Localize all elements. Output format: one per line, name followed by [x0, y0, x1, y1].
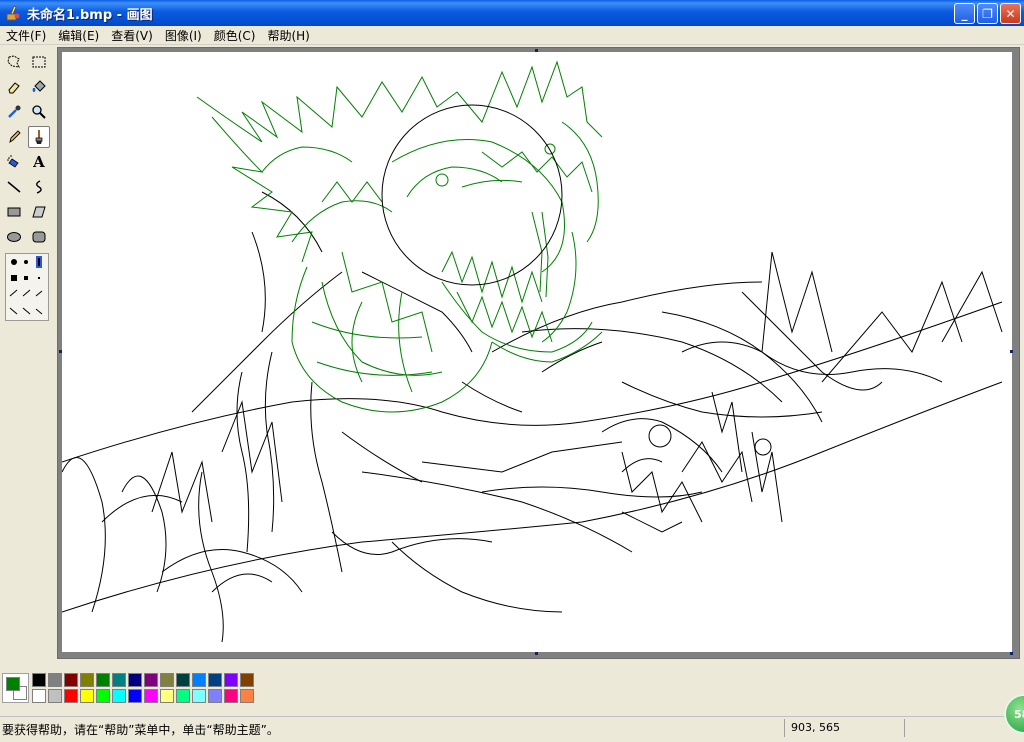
palette-swatch[interactable]: [224, 689, 238, 703]
maximize-button[interactable]: ❐: [977, 3, 998, 24]
airbrush-icon: [7, 155, 19, 168]
palette-swatch[interactable]: [80, 673, 94, 687]
palette-swatch[interactable]: [160, 673, 174, 687]
palette-swatch[interactable]: [80, 689, 94, 703]
resize-handle-right[interactable]: [1010, 350, 1013, 353]
palette-swatch[interactable]: [208, 689, 222, 703]
rectangle-icon: [7, 207, 21, 217]
restore-icon: ❐: [982, 6, 993, 21]
status-coords-cell: 903, 565: [784, 719, 904, 737]
close-button[interactable]: ✕: [1000, 3, 1021, 24]
tray-badge-label: 58: [1014, 707, 1024, 721]
curve-tool[interactable]: [28, 176, 50, 198]
brush-shape-options[interactable]: [5, 253, 49, 321]
menu-view[interactable]: 查看(V): [105, 27, 159, 44]
close-icon: ✕: [1005, 6, 1016, 21]
palette-swatch[interactable]: [64, 689, 78, 703]
fill-tool[interactable]: [28, 76, 50, 98]
foreground-color-swatch: [6, 677, 20, 691]
status-help-text: 要获得帮助，请在“帮助”菜单中，单击“帮助主题”。: [2, 723, 279, 737]
rect-select-tool[interactable]: [28, 51, 50, 73]
eraser-icon: [8, 82, 20, 94]
status-size-cell: [904, 719, 1000, 737]
menu-file[interactable]: 文件(F): [0, 27, 52, 44]
palette-swatch[interactable]: [176, 689, 190, 703]
polygon-icon: [32, 206, 46, 218]
palette-swatch[interactable]: [240, 689, 254, 703]
minimize-icon: _: [961, 6, 968, 21]
minimize-button[interactable]: _: [954, 3, 975, 24]
menu-colors[interactable]: 颜色(C): [208, 27, 262, 44]
drawing-canvas[interactable]: [61, 52, 1012, 652]
status-bar: 要获得帮助，请在“帮助”菜单中，单击“帮助主题”。 903, 565: [0, 716, 1024, 738]
ellipse-icon: [7, 232, 21, 242]
free-select-tool[interactable]: [3, 51, 25, 73]
resize-handle-corner[interactable]: [1010, 652, 1013, 655]
palette-swatch[interactable]: [96, 673, 110, 687]
palette-swatch[interactable]: [144, 689, 158, 703]
pencil-tool[interactable]: [3, 126, 25, 148]
magnifier-tool[interactable]: [28, 101, 50, 123]
palette-swatch[interactable]: [160, 689, 174, 703]
current-colors: [2, 673, 29, 703]
palette-swatch[interactable]: [64, 673, 78, 687]
rectangle-tool[interactable]: [3, 201, 25, 223]
rounded-rect-tool[interactable]: [28, 226, 50, 248]
brush-icon: [35, 130, 43, 144]
line-icon: [7, 181, 21, 193]
palette-swatch[interactable]: [192, 689, 206, 703]
menu-help[interactable]: 帮助(H): [261, 27, 315, 44]
brush-tool[interactable]: [28, 126, 50, 148]
toolbox: A: [0, 48, 56, 658]
resize-handle-top[interactable]: [535, 49, 538, 52]
palette-swatch[interactable]: [48, 689, 62, 703]
resize-handle-bottom[interactable]: [535, 652, 538, 655]
menu-bar: 文件(F) 编辑(E) 查看(V) 图像(I) 颜色(C) 帮助(H): [0, 26, 1024, 45]
sketch-drawing: [61, 60, 1003, 643]
cursor-coordinates: 903, 565: [791, 721, 840, 734]
airbrush-tool[interactable]: [3, 151, 25, 173]
palette-swatch[interactable]: [224, 673, 238, 687]
palette-swatch[interactable]: [112, 689, 126, 703]
title-bar[interactable]: 未命名1.bmp - 画图 _ ❐ ✕: [0, 0, 1024, 26]
text-icon: A: [33, 153, 45, 171]
rect-select-icon: [32, 56, 46, 68]
menu-edit[interactable]: 编辑(E): [52, 27, 105, 44]
canvas-viewport[interactable]: [57, 47, 1020, 659]
paint-window: 未命名1.bmp - 画图 _ ❐ ✕ 文件(F) 编辑(E) 查看(V) 图像…: [0, 0, 1024, 742]
brush-shape-grid: [9, 256, 43, 315]
paint-app-icon[interactable]: [5, 5, 21, 21]
palette-swatch[interactable]: [192, 673, 206, 687]
color-picker-tool[interactable]: [3, 101, 25, 123]
polygon-tool[interactable]: [28, 201, 50, 223]
palette-swatch[interactable]: [208, 673, 222, 687]
rounded-rect-icon: [32, 231, 46, 243]
free-select-icon: [7, 55, 20, 68]
eraser-tool[interactable]: [3, 76, 25, 98]
curve-icon: [36, 180, 42, 194]
text-tool[interactable]: A: [28, 151, 50, 173]
line-tool[interactable]: [3, 176, 25, 198]
palette-swatch[interactable]: [128, 689, 142, 703]
menu-image[interactable]: 图像(I): [159, 27, 208, 44]
fill-bucket-icon: [32, 80, 46, 92]
pencil-icon: [9, 130, 21, 144]
window-title: 未命名1.bmp - 画图: [27, 7, 153, 23]
magnifier-icon: [32, 105, 46, 119]
palette-swatch[interactable]: [96, 689, 110, 703]
palette-swatch[interactable]: [176, 673, 190, 687]
palette-swatch[interactable]: [144, 673, 158, 687]
palette-swatch[interactable]: [48, 673, 62, 687]
ellipse-tool[interactable]: [3, 226, 25, 248]
palette-swatch[interactable]: [128, 673, 142, 687]
color-picker-icon: [8, 105, 21, 118]
palette-swatch[interactable]: [112, 673, 126, 687]
palette-swatch[interactable]: [240, 673, 254, 687]
palette-swatch[interactable]: [32, 689, 46, 703]
resize-handle-left[interactable]: [59, 350, 62, 353]
palette-swatch[interactable]: [32, 673, 46, 687]
